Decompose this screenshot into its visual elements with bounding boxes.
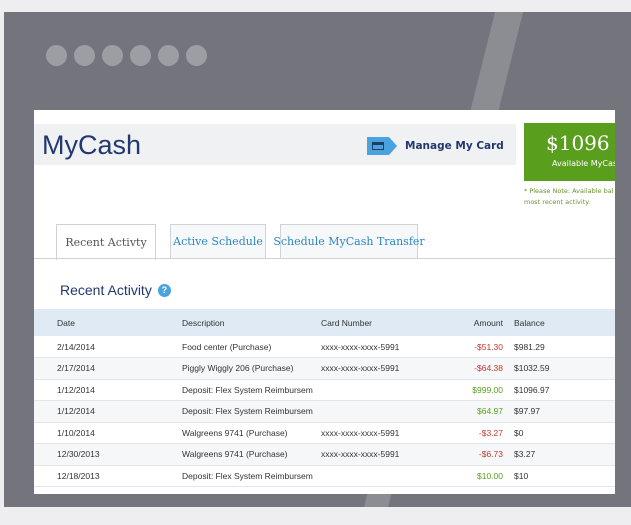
mycash-panel: MyCash Manage My Card $1096 Available My… (34, 110, 615, 494)
window-dot (186, 45, 207, 66)
cell-balance: $1096.97 (514, 384, 550, 395)
tab-recent-activity[interactable]: Recent Activty (56, 224, 156, 260)
cell-date: 12/18/2013 (57, 470, 100, 481)
cell-date: 12/30/2013 (57, 449, 100, 460)
cell-date: 1/10/2014 (57, 427, 95, 438)
cell-card-number (320, 465, 440, 487)
balance-note-line1: * Please Note: Available bal (524, 187, 614, 195)
cell-amount: $10.00 (477, 470, 503, 481)
cell-date: 2/17/2014 (57, 363, 95, 374)
cell-balance: $0 (514, 427, 524, 438)
cell-card-number: xxxx-xxxx-xxxx-5991 (321, 427, 400, 438)
header-bar: MyCash Manage My Card (34, 124, 516, 165)
window-dot (102, 45, 123, 66)
tab-active-schedule[interactable]: Active Schedule (170, 224, 266, 258)
tab-divider (34, 258, 615, 259)
arrow-right-icon (389, 137, 397, 155)
cell-amount: $64.97 (477, 406, 503, 417)
cell-card-number: xxxx-xxxx-xxxx-5991 (321, 363, 400, 374)
balance-note: * Please Note: Available bal most recent… (524, 186, 615, 208)
balance-note-line2: most recent activity. (524, 198, 591, 206)
table-row: 1/10/2014 Walgreens 9741 (Purchase) xxxx… (34, 422, 615, 444)
section-title: Recent Activity ? (60, 282, 171, 298)
table-row: 2/14/2014 Food center (Purchase) xxxx-xx… (34, 336, 615, 358)
cell-description: Walgreens 9741 (Purchase) (182, 449, 288, 460)
balance-label: Available MyCas (552, 159, 615, 168)
table-row: 2/17/2014 Piggly Wiggly 206 (Purchase) x… (34, 357, 615, 379)
cell-balance: $3.27 (514, 449, 536, 460)
col-date[interactable]: Date (34, 309, 181, 336)
activity-table: Date Description Card Number Amount Bala… (34, 309, 615, 487)
cell-card-number (320, 379, 440, 401)
table-row: 12/18/2013 Deposit: Flex System Reimburs… (34, 465, 615, 487)
app-logo: MyCash (42, 130, 142, 160)
cell-date: 1/12/2014 (57, 384, 95, 395)
cell-description: Deposit: Flex System Reimbursem (182, 406, 313, 417)
table-row: 12/30/2013 Walgreens 9741 (Purchase) xxx… (34, 443, 615, 465)
cell-balance: $97.97 (514, 406, 540, 417)
cell-card-number: xxxx-xxxx-xxxx-5991 (321, 341, 400, 352)
credit-card-icon (367, 137, 389, 155)
tab-schedule-transfer[interactable]: Schedule MyCash Transfer (273, 224, 425, 258)
col-card-number[interactable]: Card Number (320, 309, 440, 336)
cell-card-number (320, 401, 440, 423)
cell-description: Piggly Wiggly 206 (Purchase) (182, 363, 294, 374)
available-balance-box: $1096 Available MyCas (524, 123, 615, 181)
col-description[interactable]: Description (181, 309, 320, 336)
manage-card-label: Manage My Card (405, 140, 504, 152)
cell-date: 1/12/2014 (57, 406, 95, 417)
help-icon[interactable]: ? (157, 283, 171, 297)
balance-amount: $1096 (546, 131, 610, 155)
cell-amount: -$3.27 (478, 427, 503, 438)
cell-card-number: xxxx-xxxx-xxxx-5991 (321, 449, 400, 460)
window-dot (74, 45, 95, 66)
device-frame: MyCash Manage My Card $1096 Available My… (4, 12, 631, 507)
col-balance[interactable]: Balance (513, 309, 615, 336)
cell-amount: -$51.30 (474, 341, 503, 352)
frame-stripe-top (468, 12, 524, 117)
cell-date: 2/14/2014 (57, 341, 95, 352)
cell-balance: $1032.59 (514, 363, 550, 374)
window-dots (46, 45, 207, 66)
cell-balance: $981.29 (514, 341, 545, 352)
cell-description: Deposit: Flex System Reimbursem (182, 384, 313, 395)
window-dot (130, 45, 151, 66)
cell-amount: -$6.73 (478, 449, 503, 460)
cell-amount: -$64.38 (474, 363, 503, 374)
manage-card-button[interactable]: Manage My Card (367, 137, 504, 155)
col-amount[interactable]: Amount (440, 309, 513, 336)
window-dot (158, 45, 179, 66)
section-title-text: Recent Activity (60, 282, 152, 298)
table-header-row: Date Description Card Number Amount Bala… (34, 309, 615, 336)
table-row: 1/12/2014 Deposit: Flex System Reimburse… (34, 400, 615, 423)
cell-description: Deposit: Flex System Reimbursem (182, 470, 313, 481)
cell-amount: $999.00 (472, 384, 503, 395)
cell-description: Walgreens 9741 (Purchase) (182, 427, 288, 438)
cell-balance: $10 (514, 470, 529, 481)
cell-description: Food center (Purchase) (182, 341, 272, 352)
table-row: 1/12/2014 Deposit: Flex System Reimburse… (34, 379, 615, 401)
window-dot (46, 45, 67, 66)
